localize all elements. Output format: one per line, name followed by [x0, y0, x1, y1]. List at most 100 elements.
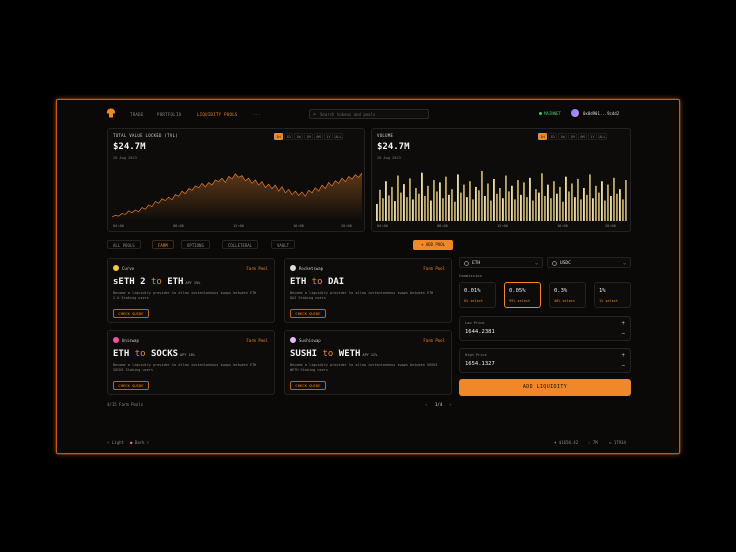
timeframe-1w[interactable]: 1W [294, 133, 303, 140]
filter-farm[interactable]: FARM [152, 240, 174, 249]
fee-option-0.3[interactable]: 0.3% 40% select [549, 282, 586, 308]
volume-bar [496, 193, 498, 221]
check-guide-button[interactable]: CHECK GUIDE [113, 309, 149, 318]
timeframe-1d[interactable]: 1D [284, 133, 293, 140]
volume-bar [595, 185, 597, 221]
timeframe-1m[interactable]: 1M [304, 133, 313, 140]
timeframe-all[interactable]: ALL [598, 133, 607, 140]
volume-bar [418, 193, 420, 221]
volume-bar [424, 196, 426, 221]
minus-icon[interactable]: − [621, 330, 625, 337]
eth-price-value: $1650.42 [558, 440, 579, 445]
volume-bar [472, 199, 474, 221]
volume-bar [607, 184, 609, 221]
add-liquidity-button[interactable]: ADD LIQUIDITY [459, 379, 631, 396]
pool-type: Farm Pool [246, 338, 268, 343]
theme-light-toggle[interactable]: ☼ Light [107, 440, 124, 445]
volume-date: 29 Aug 2023 [377, 156, 401, 160]
low-price-field[interactable]: Low Price 1644.2381 + − [459, 316, 631, 341]
plus-icon[interactable]: + [621, 320, 625, 327]
search-box[interactable]: ⌕ [309, 109, 429, 119]
app-window: TRADE PORTFOLIO LIQUIDITY POOLS ··· ⌕ MA… [56, 99, 680, 454]
fee-option-0.01[interactable]: 0.01% 0% select [459, 282, 496, 308]
tvl-date: 29 Aug 2023 [113, 156, 137, 160]
timeframe-1y[interactable]: 1Y [324, 133, 333, 140]
fee-option-0.05[interactable]: 0.05% 99% select [504, 282, 541, 308]
volume-bar [457, 174, 459, 221]
network-label[interactable]: MAINNET [544, 111, 561, 116]
gas-value: 7M [592, 440, 598, 445]
volume-bar [451, 189, 453, 221]
logo-icon [106, 108, 116, 118]
pool-protocol: Uniswap [122, 338, 139, 343]
minus-icon[interactable]: − [621, 362, 625, 369]
volume-bar [382, 198, 384, 221]
check-guide-button[interactable]: CHECK GUIDE [113, 381, 149, 390]
timeframe-1d[interactable]: 1D [548, 133, 557, 140]
nav-trade[interactable]: TRADE [130, 112, 144, 117]
fee-value: 0.01% [464, 288, 481, 294]
pool-to-word: to [322, 349, 334, 359]
timeframe-1m[interactable]: 1M [568, 133, 577, 140]
prev-page-button[interactable]: ‹ [425, 402, 427, 407]
x-tick-label: 04:00 [113, 224, 124, 228]
network-status-dot [539, 112, 542, 115]
search-input[interactable] [320, 111, 424, 118]
plus-icon[interactable]: + [621, 352, 625, 359]
volume-bar [394, 201, 396, 221]
pool-to-word: to [311, 277, 323, 287]
volume-bar [562, 201, 564, 221]
filter-options[interactable]: OPTIONS [181, 240, 210, 249]
low-price-label: Low Price [465, 321, 485, 325]
volume-bar [439, 182, 441, 221]
check-guide-button[interactable]: CHECK GUIDE [290, 309, 326, 318]
volume-bar [442, 198, 444, 221]
chevron-down-icon: ⌄ [622, 260, 626, 266]
volume-bar [490, 200, 492, 221]
fee-value: 0.05% [509, 288, 526, 294]
dark-dot-icon: ● [130, 440, 133, 445]
wallet-avatar[interactable] [571, 109, 579, 117]
timeframe-6m[interactable]: 6M [578, 133, 587, 140]
tvl-timeframes: 1H 1D 1W 1M 6M 1Y ALL [274, 133, 343, 140]
wallet-address[interactable]: 0x8d901...9cdd2 [583, 111, 619, 116]
x-tick-label: 04:00 [377, 224, 388, 228]
token-a-select[interactable]: ETH ⌄ [459, 257, 543, 268]
filter-colleteral[interactable]: COLLETERAL [222, 240, 259, 249]
timeframe-all[interactable]: ALL [334, 133, 343, 140]
nav-liquidity-pools[interactable]: LIQUIDITY POOLS [197, 112, 238, 117]
next-page-button[interactable]: › [449, 402, 451, 407]
token-b-select[interactable]: USDC ⌄ [547, 257, 631, 268]
fee-select-share: 40% select [554, 299, 576, 303]
volume-bar [610, 196, 612, 221]
timeframe-1y[interactable]: 1Y [588, 133, 597, 140]
nav-more[interactable]: ··· [253, 112, 261, 117]
timeframe-1h[interactable]: 1H [538, 133, 547, 140]
timeframe-1h[interactable]: 1H [274, 133, 283, 140]
top-nav: TRADE PORTFOLIO LIQUIDITY POOLS ··· ⌕ MA… [57, 100, 679, 122]
pool-card: Sushiswap Farm Pool SUSHI to WETH APY 12%… [284, 330, 452, 395]
volume-bar [481, 171, 483, 221]
volume-bar [616, 193, 618, 221]
nav-portfolio[interactable]: PORTFOLIO [157, 112, 181, 117]
filter-vault[interactable]: VAULT [271, 240, 296, 249]
low-price-value[interactable]: 1644.2381 [465, 329, 495, 335]
pool-from: ETH [113, 349, 130, 359]
pool-card: Rocketswap Farm Pool ETH to DAI Become a… [284, 258, 452, 323]
add-pool-button[interactable]: + ADD POOL [413, 240, 453, 250]
high-price-value[interactable]: 1654.1327 [465, 361, 495, 367]
theme-dark-toggle[interactable]: ● Dark ☾ [130, 440, 149, 445]
eth-price: ♦ $1650.42 [554, 440, 578, 445]
volume-bar [583, 188, 585, 221]
volume-bar [526, 197, 528, 221]
filter-all-pools[interactable]: ALL POOLS [107, 240, 141, 249]
fee-option-1[interactable]: 1% 1% select [594, 282, 631, 308]
volume-bar [592, 198, 594, 221]
pool-pair: ETH to SOCKS APY 18% [113, 349, 195, 359]
timeframe-6m[interactable]: 6M [314, 133, 323, 140]
check-guide-button[interactable]: CHECK GUIDE [290, 381, 326, 390]
timeframe-1w[interactable]: 1W [558, 133, 567, 140]
pool-to: SOCKS [150, 349, 179, 359]
volume-bar [493, 178, 495, 221]
high-price-field[interactable]: High Price 1654.1327 + − [459, 348, 631, 373]
